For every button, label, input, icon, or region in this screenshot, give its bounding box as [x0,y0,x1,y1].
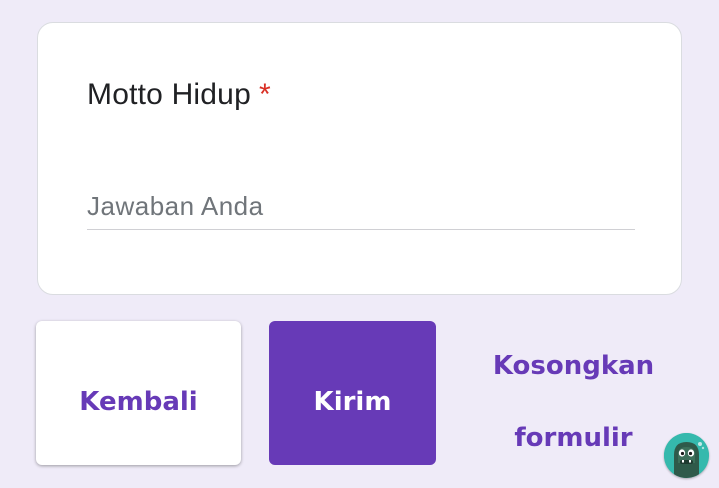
monster-avatar-graphic [664,433,709,478]
question-title: Motto Hidup * [87,78,271,112]
question-title-text: Motto Hidup [87,78,251,111]
clear-form-button[interactable]: Kosongkan formulir [470,321,677,465]
required-asterisk: * [258,78,271,111]
monster-avatar-icon[interactable] [664,433,709,478]
submit-button[interactable]: Kirim [269,321,436,465]
answer-input[interactable] [87,183,635,230]
clear-form-label-line1: Kosongkan [492,351,655,381]
question-card: Motto Hidup * [37,22,682,295]
clear-form-label-line2: formulir [514,423,633,453]
back-button[interactable]: Kembali [36,321,241,465]
